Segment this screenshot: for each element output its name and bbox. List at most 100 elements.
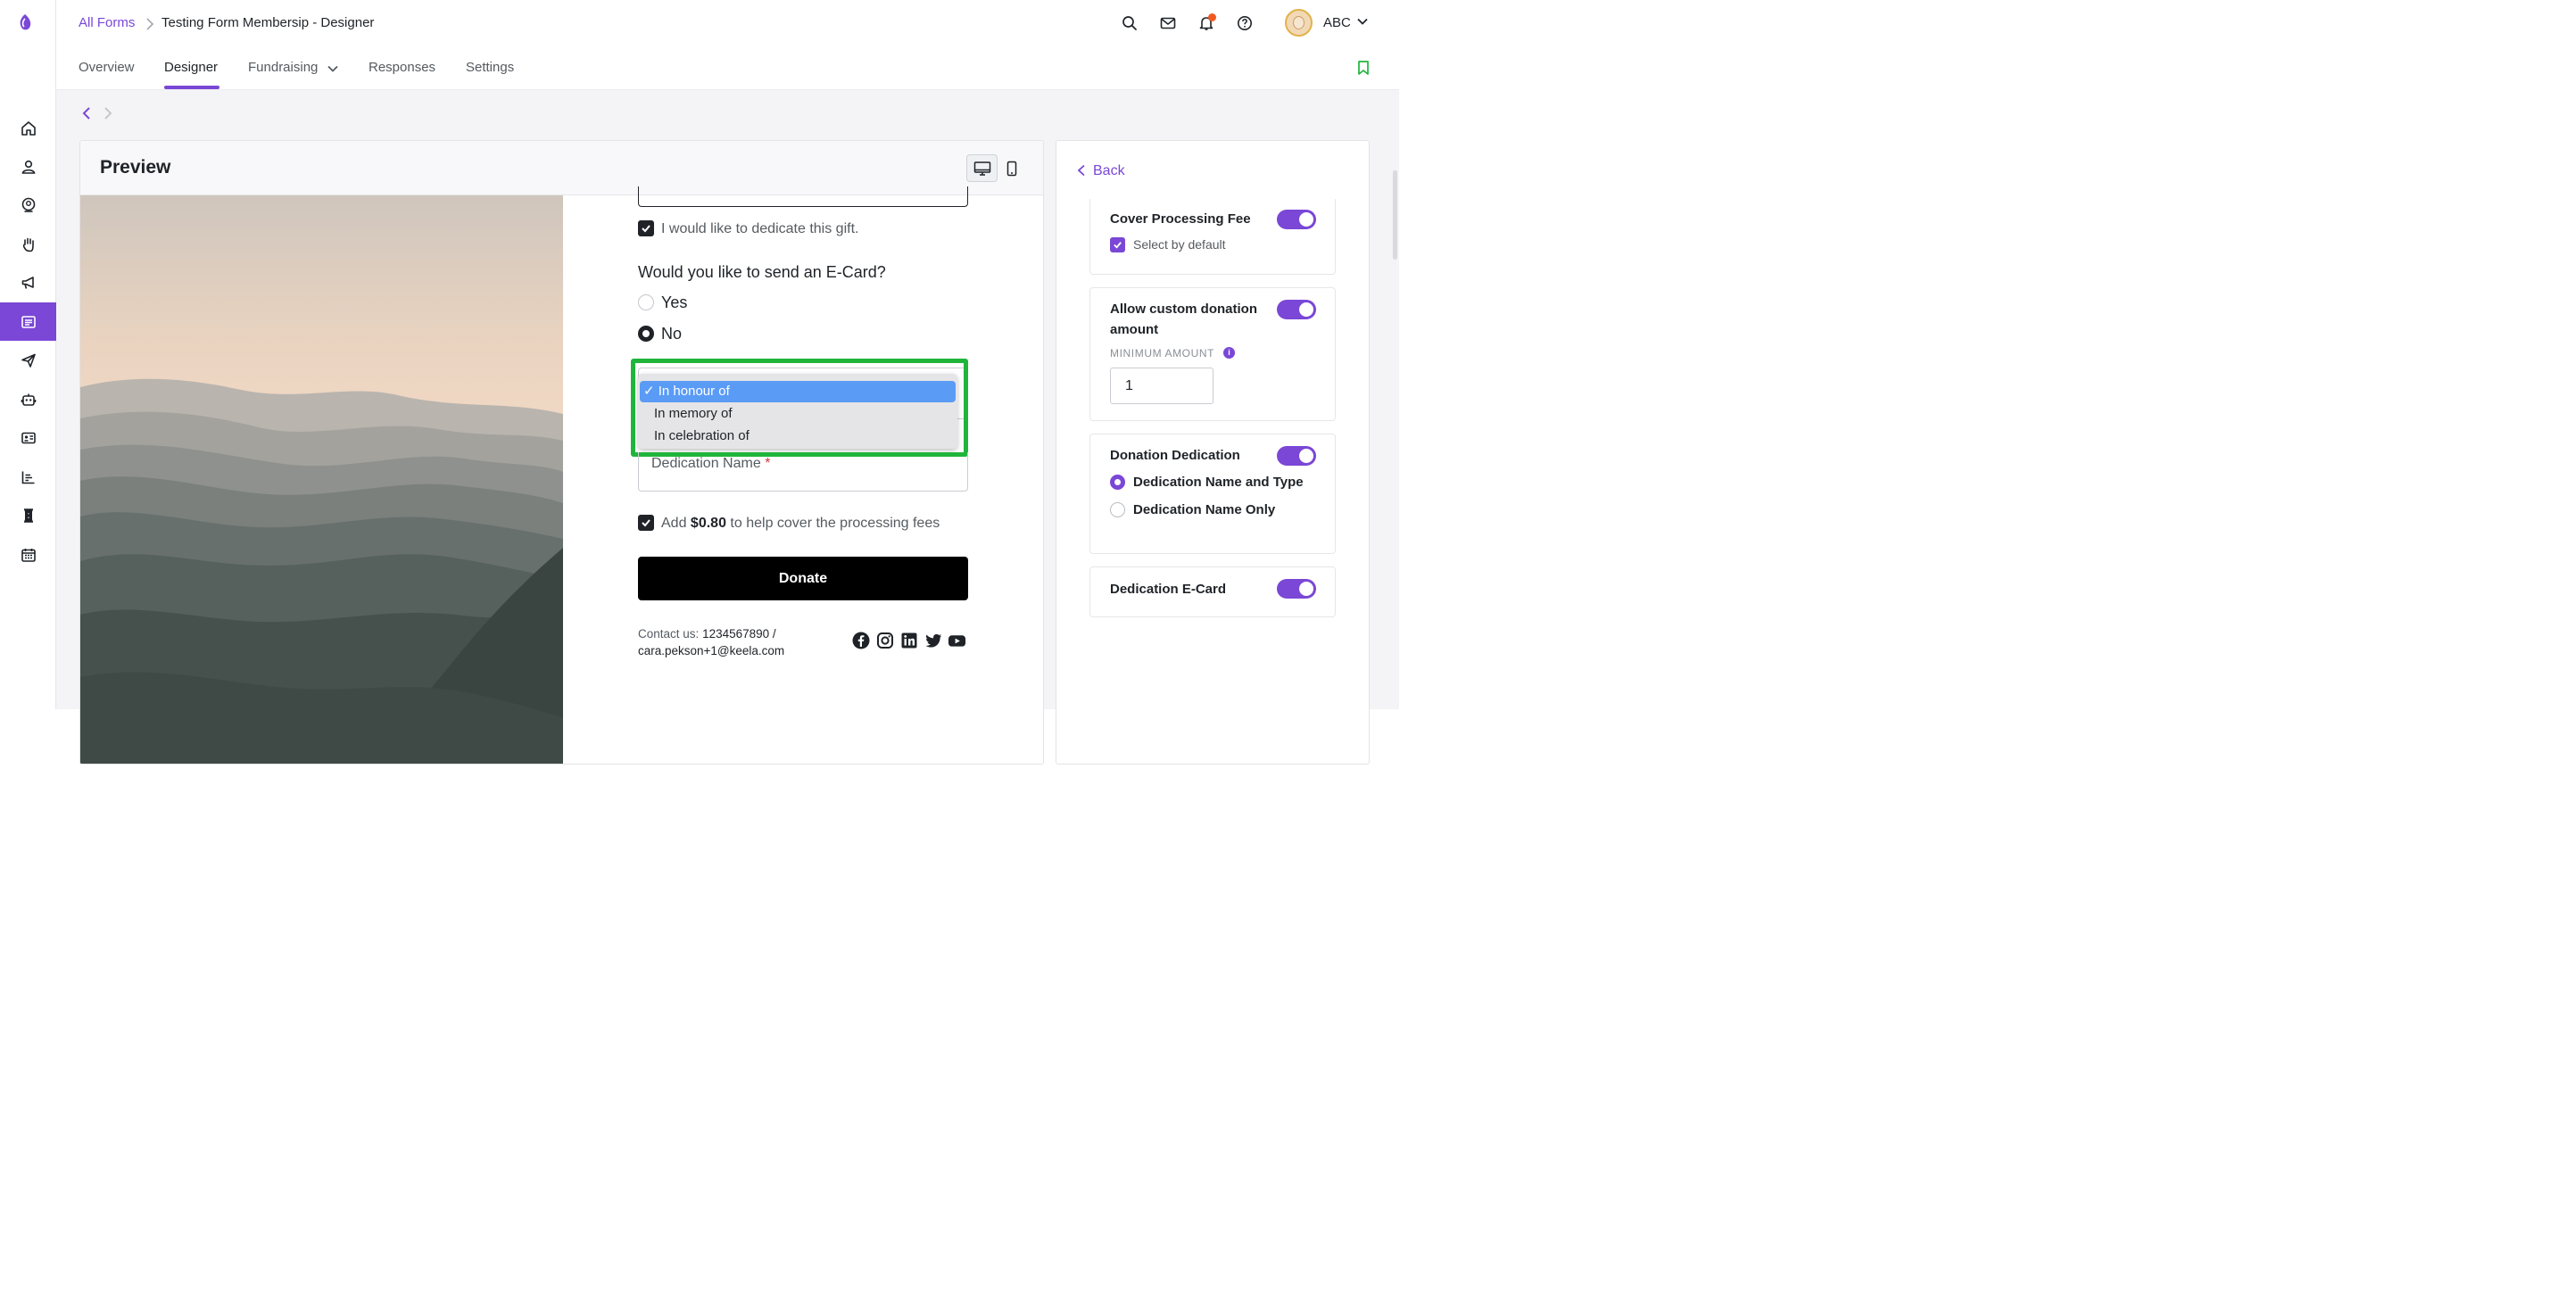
cover-fee-checkbox[interactable] xyxy=(638,515,654,531)
send-icon xyxy=(21,353,36,368)
back-link[interactable]: Back xyxy=(1093,163,1125,179)
chevron-left-icon[interactable] xyxy=(80,106,93,120)
dedicate-checkbox[interactable] xyxy=(638,220,654,236)
contact-phone: 1234567890 / xyxy=(702,627,776,641)
card-custom-donation-amount: Allow custom donation amount MINIMUM AMOU… xyxy=(1089,287,1336,421)
nav-memberships[interactable] xyxy=(0,418,56,457)
contact-icon xyxy=(21,197,35,212)
nav-contacts[interactable] xyxy=(0,147,56,186)
donate-button[interactable]: Donate xyxy=(638,557,968,600)
dedication-ecard-toggle[interactable] xyxy=(1277,579,1316,599)
previous-field-input[interactable] xyxy=(638,186,968,207)
annotation-highlight-box xyxy=(631,359,968,457)
tab-responses[interactable]: Responses xyxy=(369,60,435,75)
tab-fundraising[interactable]: Fundraising xyxy=(248,60,318,75)
linkedin-link[interactable] xyxy=(899,631,918,649)
twitter-link[interactable] xyxy=(924,631,942,649)
chevron-down-icon[interactable] xyxy=(1355,14,1370,29)
content-area: Preview I would like to dedicate this gi… xyxy=(56,90,1399,765)
custom-amount-title: Allow custom donation amount xyxy=(1110,302,1257,337)
mountain-landscape-image xyxy=(80,195,563,764)
scrollbar-thumb[interactable] xyxy=(1393,170,1397,260)
avatar-face xyxy=(1293,16,1305,29)
dedication-name-input[interactable]: Dedication Name * xyxy=(638,452,968,492)
notifications-button[interactable] xyxy=(1197,13,1216,32)
cover-fee-toggle[interactable] xyxy=(1277,210,1316,229)
nav-forms[interactable] xyxy=(0,302,56,341)
nav-automation[interactable] xyxy=(0,380,56,418)
user-name[interactable]: ABC xyxy=(1323,15,1351,30)
search-icon xyxy=(1122,16,1137,30)
instagram-link[interactable] xyxy=(875,631,894,649)
nav-organizations[interactable] xyxy=(0,186,56,224)
tab-designer[interactable]: Designer xyxy=(164,60,218,75)
tab-overview[interactable]: Overview xyxy=(79,60,135,75)
settings-panel: Back Cover Processing Fee Select by defa… xyxy=(1056,140,1370,765)
breadcrumb-all-forms[interactable]: All Forms xyxy=(79,15,135,30)
mail-icon xyxy=(1160,17,1176,29)
robot-icon xyxy=(21,393,36,406)
select-by-default-checkbox[interactable] xyxy=(1110,237,1125,252)
minimum-amount-input[interactable]: 1 xyxy=(1110,368,1213,404)
mobile-view-button[interactable] xyxy=(1002,154,1022,182)
preview-title: Preview xyxy=(100,157,171,178)
ecard-yes-radio[interactable] xyxy=(638,294,654,310)
youtube-link[interactable] xyxy=(948,631,966,649)
dedication-name-and-type-label: Dedication Name and Type xyxy=(1133,475,1304,490)
instagram-icon xyxy=(876,632,893,649)
dedication-name-only-label: Dedication Name Only xyxy=(1133,502,1276,517)
id-card-icon xyxy=(21,432,36,443)
nav-events[interactable] xyxy=(0,535,56,574)
megaphone-icon xyxy=(21,276,34,289)
check-icon xyxy=(642,225,650,233)
nav-email[interactable] xyxy=(0,341,56,379)
nav-campaigns[interactable] xyxy=(0,263,56,302)
required-asterisk: * xyxy=(765,456,771,471)
ecard-no-label: No xyxy=(661,325,683,343)
mail-button[interactable] xyxy=(1159,14,1177,32)
facebook-icon xyxy=(852,632,869,649)
page-scrollbar[interactable] xyxy=(1391,90,1399,709)
dedication-name-and-type-radio[interactable] xyxy=(1110,475,1125,490)
youtube-icon xyxy=(948,634,966,647)
nav-home[interactable] xyxy=(0,109,56,147)
select-by-default-label: Select by default xyxy=(1133,237,1226,252)
nav-history[interactable] xyxy=(0,496,56,534)
dedicate-label: I would like to dedicate this gift. xyxy=(661,221,859,236)
facebook-link[interactable] xyxy=(851,631,870,649)
dedication-ecard-title: Dedication E-Card xyxy=(1110,582,1227,597)
desktop-view-button[interactable] xyxy=(966,154,998,182)
help-icon xyxy=(1238,16,1252,30)
forms-icon xyxy=(21,315,36,328)
nav-reports[interactable] xyxy=(0,458,56,496)
dedication-name-only-radio[interactable] xyxy=(1110,502,1125,517)
chevron-right-icon[interactable] xyxy=(102,106,114,120)
contact-email[interactable]: cara.pekson+1@keela.com xyxy=(638,644,784,657)
donation-dedication-toggle[interactable] xyxy=(1277,446,1316,466)
help-button[interactable] xyxy=(1236,14,1254,32)
app-logo-icon[interactable] xyxy=(15,12,35,32)
mobile-icon xyxy=(1006,161,1017,176)
check-icon xyxy=(642,519,650,527)
top-bar: All Forms Testing Form Membersip - Desig… xyxy=(56,0,1399,46)
card-donation-dedication: Donation Dedication Dedication Name and … xyxy=(1089,434,1336,554)
form-cover-image xyxy=(80,195,563,764)
chevron-down-icon[interactable] xyxy=(326,62,340,76)
chevron-left-icon[interactable] xyxy=(1076,164,1087,177)
search-button[interactable] xyxy=(1121,14,1139,32)
active-tab-indicator xyxy=(164,86,219,89)
tab-settings[interactable]: Settings xyxy=(466,60,514,75)
hourglass-icon xyxy=(23,508,33,523)
custom-amount-toggle[interactable] xyxy=(1277,300,1316,319)
ecard-no-radio[interactable] xyxy=(638,326,654,342)
twitter-icon xyxy=(925,633,941,648)
contact-info: Contact us: 1234567890 / cara.pekson+1@k… xyxy=(638,627,785,657)
hand-icon xyxy=(22,237,34,252)
info-icon[interactable]: i xyxy=(1223,347,1235,359)
nav-volunteers[interactable] xyxy=(0,225,56,263)
dedication-name-label: Dedication Name * xyxy=(651,456,771,471)
reports-icon xyxy=(21,471,34,484)
bookmark-icon[interactable] xyxy=(1356,60,1371,76)
avatar[interactable] xyxy=(1285,9,1313,37)
social-links xyxy=(851,631,966,649)
